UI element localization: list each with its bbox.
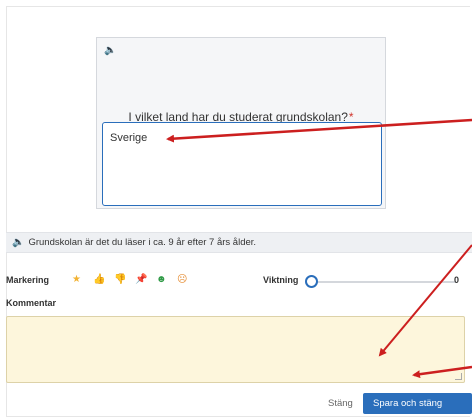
happy-face-icon[interactable]: ☻	[156, 274, 167, 286]
marking-label: Markering	[6, 275, 50, 285]
weighting-slider-track[interactable]	[306, 281, 456, 283]
sad-face-icon[interactable]: ☹	[177, 274, 187, 286]
weighting-slider-handle[interactable]	[305, 275, 318, 288]
thumbs-up-icon[interactable]: 👍	[93, 274, 105, 286]
pin-icon[interactable]: 📌	[135, 274, 147, 286]
weighting-label: Viktning	[263, 275, 299, 285]
save-and-close-button[interactable]: Spara och stäng	[363, 393, 472, 414]
info-text: Grundskolan är det du läser i ca. 9 år e…	[28, 237, 257, 248]
star-icon[interactable]: ★	[72, 274, 81, 286]
answer-input[interactable]: Sverige	[102, 122, 382, 206]
thumbs-down-icon[interactable]: 👎	[114, 274, 126, 286]
close-button[interactable]: Stäng	[328, 398, 353, 409]
weighting-value: 0	[454, 275, 460, 285]
answer-value: Sverige	[110, 132, 148, 144]
info-bar: 🔈 Grundskolan är det du läser i ca. 9 år …	[6, 232, 472, 253]
resize-handle[interactable]	[455, 373, 462, 380]
comment-textarea[interactable]	[6, 316, 465, 383]
marking-row: Markering ★ 👍 👎 📌 ☻ ☹ Viktning 0	[6, 274, 472, 289]
speaker-icon[interactable]: 🔈	[104, 46, 116, 56]
question-card: 🔈 I vilket land har du studerat grundsko…	[96, 37, 386, 209]
speaker-icon[interactable]: 🔈	[12, 238, 24, 248]
comment-label: Kommentar	[6, 298, 57, 308]
